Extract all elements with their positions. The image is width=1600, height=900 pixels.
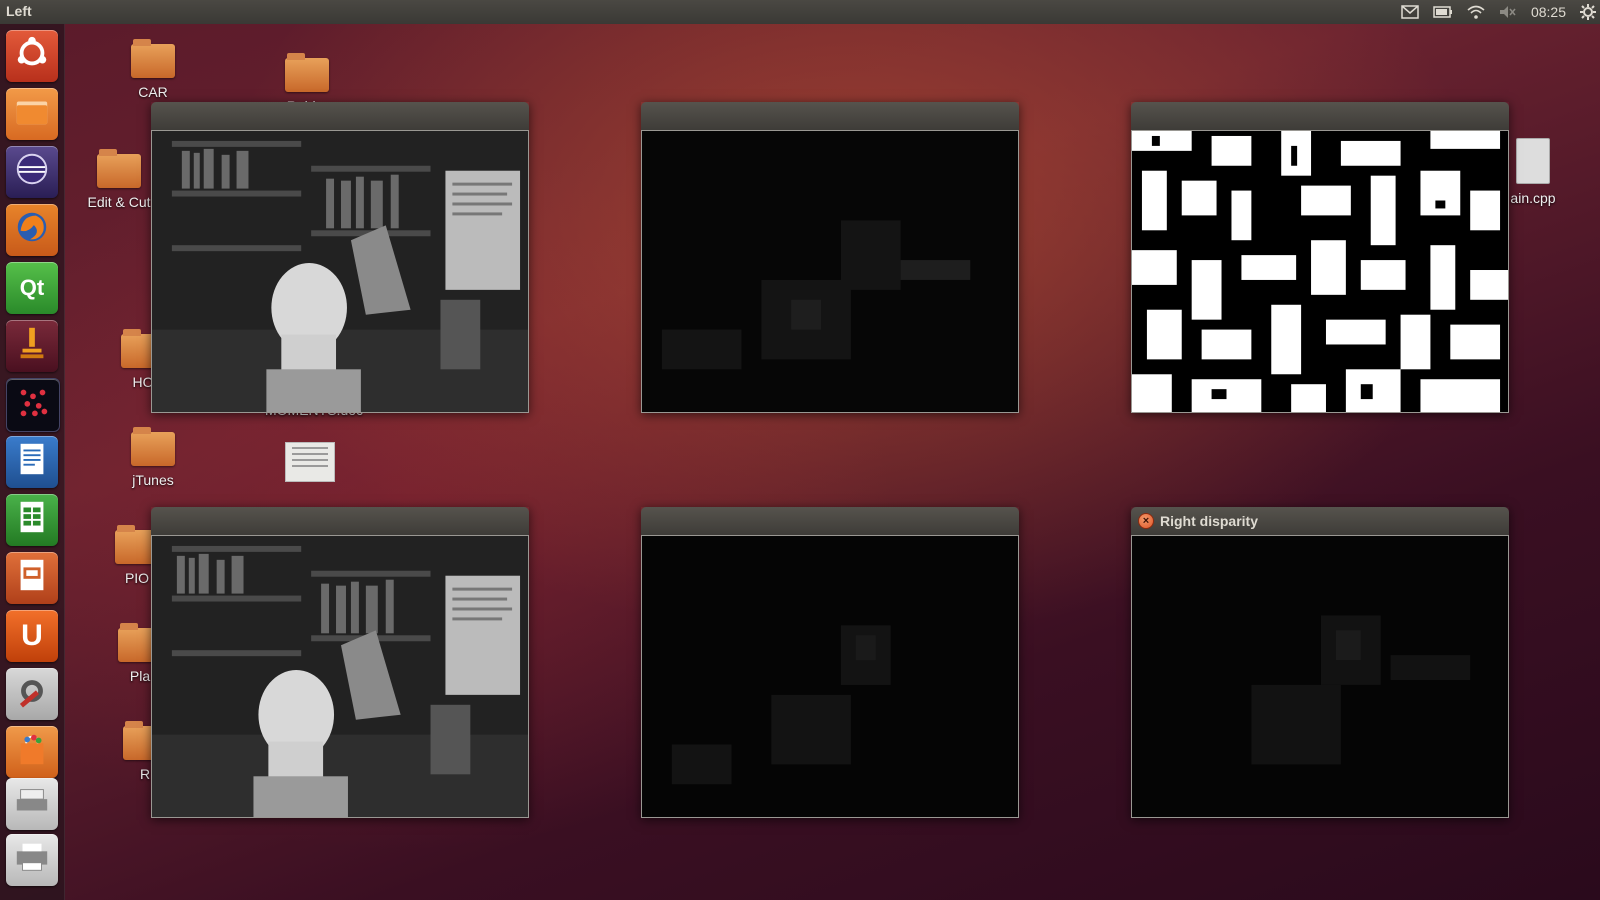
eclipse-button[interactable]	[6, 146, 58, 198]
window-titlebar[interactable]	[641, 102, 1019, 130]
libreoffice-impress-button[interactable]	[6, 552, 58, 604]
settings-icon	[13, 672, 51, 716]
window-right-image[interactable]	[151, 507, 529, 818]
window-titlebar[interactable]	[151, 102, 529, 130]
window-right-disparity[interactable]: × Right disparity	[1131, 507, 1509, 818]
disparity-map	[641, 535, 1019, 818]
impress-icon	[13, 556, 51, 600]
window-binary-map[interactable]	[1131, 102, 1509, 413]
clock[interactable]: 08:25	[1531, 4, 1566, 20]
right-disparity-map	[1131, 535, 1509, 818]
disparity-map	[641, 130, 1019, 413]
calc-icon	[13, 498, 51, 542]
dash-home-button[interactable]	[6, 30, 58, 82]
window-titlebar[interactable]	[151, 507, 529, 535]
window-disparity-1[interactable]	[641, 102, 1019, 413]
folder-icon	[131, 427, 175, 466]
window-titlebar[interactable]	[1131, 102, 1509, 130]
microscope-icon	[13, 324, 51, 368]
ubuntu-one-button[interactable]: U	[6, 610, 58, 662]
libreoffice-calc-button[interactable]	[6, 494, 58, 546]
volume-muted-icon[interactable]	[1499, 5, 1517, 19]
active-window-title: Left	[6, 3, 32, 19]
printer-button[interactable]	[6, 834, 58, 886]
desktop-file-moments-doc[interactable]: MOMENTS.doc	[265, 402, 363, 482]
settings-gear-icon[interactable]	[1580, 4, 1596, 20]
window-title: Right disparity	[1160, 513, 1259, 529]
launcher: Qt U	[0, 24, 65, 900]
folder-icon	[13, 92, 51, 136]
wifi-icon[interactable]	[1467, 5, 1485, 19]
scanner-button[interactable]	[6, 778, 58, 830]
printer-icon	[13, 838, 51, 882]
cpp-file-icon	[1516, 138, 1550, 184]
desktop-folder-jtunes[interactable]: jTunes	[108, 427, 198, 488]
folder-icon	[131, 39, 175, 78]
firefox-button[interactable]	[6, 204, 58, 256]
qt-icon: Qt	[19, 275, 45, 300]
microscope-app-button[interactable]	[6, 320, 58, 372]
ubuntu-one-icon: U	[21, 619, 43, 652]
folder-icon	[285, 53, 329, 92]
top-panel: Left 08:25	[0, 0, 1600, 24]
mail-icon[interactable]	[1401, 5, 1419, 19]
battery-icon[interactable]	[1433, 6, 1453, 18]
eclipse-icon	[13, 150, 51, 194]
system-tray: 08:25	[1401, 0, 1596, 24]
desktop-folder-car[interactable]: CAR	[108, 39, 198, 100]
folder-icon	[97, 149, 141, 188]
left-stereo-image	[151, 130, 529, 413]
right-stereo-image	[151, 535, 529, 818]
qt-creator-button[interactable]: Qt	[6, 262, 58, 314]
document-icon	[285, 442, 335, 482]
window-left-image[interactable]	[151, 102, 529, 413]
close-icon[interactable]: ×	[1138, 513, 1154, 529]
files-button[interactable]	[6, 88, 58, 140]
binary-map	[1131, 130, 1509, 413]
dots-app-button[interactable]	[6, 378, 60, 432]
writer-icon	[13, 440, 51, 484]
libreoffice-writer-button[interactable]	[6, 436, 58, 488]
shopping-bag-icon	[13, 730, 51, 774]
system-settings-button[interactable]	[6, 668, 58, 720]
firefox-icon	[13, 208, 51, 252]
window-titlebar[interactable]: × Right disparity	[1131, 507, 1509, 535]
window-titlebar[interactable]	[641, 507, 1019, 535]
software-center-button[interactable]	[6, 726, 58, 778]
ubuntu-logo-icon	[13, 34, 51, 78]
window-disparity-2[interactable]	[641, 507, 1019, 818]
dots-icon	[14, 383, 52, 427]
scanner-icon	[13, 782, 51, 826]
